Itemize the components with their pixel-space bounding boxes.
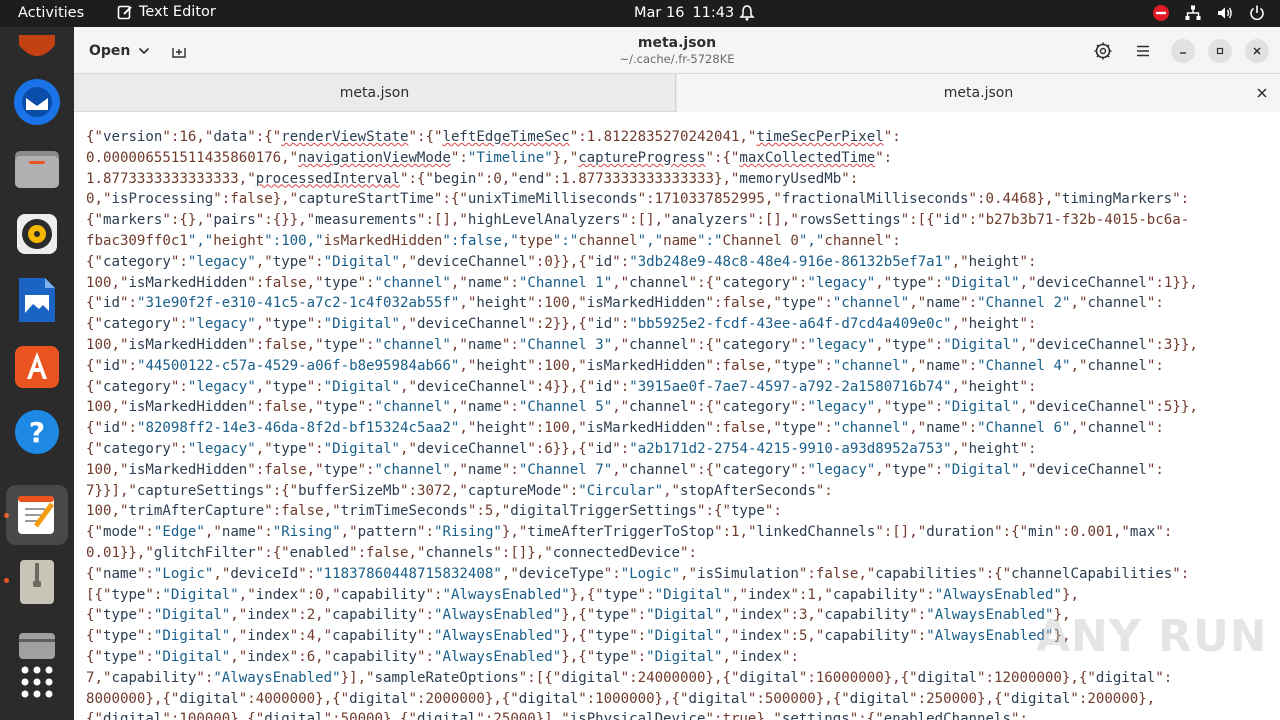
dock-text-editor[interactable]	[6, 485, 68, 545]
document-title: meta.json	[637, 35, 717, 51]
code-line: {"version":16,"data":{"renderViewState":…	[86, 129, 901, 145]
notification-bell-icon[interactable]	[738, 4, 756, 22]
dock-rhythmbox[interactable]	[12, 209, 62, 259]
window-title: meta.json ~/.cache/.fr-5728KE	[577, 35, 777, 66]
time-label: 11:43	[692, 5, 735, 21]
dock-writer[interactable]	[12, 275, 62, 325]
header-bar: Open meta.json ~/.cache/.fr-5728KE	[74, 27, 1280, 74]
tab-meta-json-2[interactable]: meta.json	[677, 74, 1280, 112]
code-line: 0.01}},"glitchFilter":{"enabled":false,"…	[86, 544, 698, 561]
code-line: 7}}],"captureSettings":{"bufferSizeMb":3…	[86, 482, 833, 499]
top-bar: Activities Text Editor Mar 16 11:43	[0, 0, 1280, 27]
code-line: {"id":"82098ff2-14e3-46da-8f2d-bf15324c5…	[86, 420, 1164, 437]
archive-icon	[20, 560, 54, 604]
watermark-logo: ANY RUN	[1036, 611, 1268, 662]
clock[interactable]: Mar 16 11:43	[634, 5, 734, 21]
activities-button[interactable]: Activities	[18, 5, 84, 21]
open-button[interactable]: Open	[80, 35, 159, 66]
text-editor-icon	[18, 496, 55, 534]
code-line: 100,"isMarkedHidden":false,"type":"chann…	[86, 399, 1198, 416]
close-icon	[1253, 47, 1261, 55]
dock-show-apps[interactable]	[12, 657, 62, 707]
close-window-button[interactable]	[1245, 39, 1269, 63]
code-line: 0,"isProcessing":false},"captureStartTim…	[86, 191, 1190, 208]
code-line: 8000000},{"digital":4000000},{"digital":…	[86, 690, 1156, 707]
app-name: Text Editor	[139, 4, 216, 20]
dock-software[interactable]	[12, 341, 62, 391]
code-line: {"mode":"Edge","name":"Rising","pattern"…	[86, 524, 1173, 541]
tab-bar: meta.json meta.json	[74, 74, 1280, 112]
code-line: {"category":"legacy","type":"Digital","d…	[86, 253, 1037, 270]
ubuntu-icon	[19, 35, 55, 56]
open-label: Open	[89, 42, 131, 59]
writer-icon	[19, 278, 55, 322]
new-tab-button[interactable]	[166, 38, 192, 64]
chevron-down-icon	[139, 47, 150, 54]
code-line: 7,"capability":"AlwaysEnabled"}],"sample…	[86, 669, 1173, 686]
minimize-button[interactable]	[1171, 39, 1195, 63]
thunderbird-icon	[14, 79, 60, 125]
dock-help[interactable]: ?	[12, 407, 62, 457]
dock-thunderbird[interactable]	[12, 77, 62, 127]
dock-ubuntu-app[interactable]	[12, 25, 62, 75]
close-tab-icon[interactable]	[1254, 85, 1270, 101]
code-line: 1.8773333333333333,"processedInterval":{…	[86, 170, 859, 187]
network-icon[interactable]	[1184, 4, 1202, 22]
svg-text:?: ?	[29, 416, 45, 449]
do-not-disturb-icon[interactable]	[1152, 4, 1170, 22]
main-menu-button[interactable]	[1130, 38, 1156, 64]
date-label: Mar 16	[634, 5, 685, 21]
new-tab-icon	[172, 48, 186, 58]
running-indicator	[4, 578, 9, 583]
code-line: 0.000006551511435860176,"navigationViewM…	[86, 149, 893, 166]
system-tray[interactable]	[1152, 4, 1266, 22]
code-line: 100,"isMarkedHidden":false,"type":"chann…	[86, 461, 1164, 478]
dock-archive[interactable]	[12, 557, 62, 607]
restore-icon	[1216, 47, 1224, 55]
text-editor-icon	[117, 5, 132, 20]
dock-files[interactable]	[12, 143, 62, 193]
code-line: {"digital":100000},{"digital":50000},{"d…	[86, 711, 1028, 720]
dock: ?	[0, 27, 74, 720]
code-line: 100,"isMarkedHidden":false,"type":"chann…	[86, 336, 1198, 353]
code-line: {"markers":{},"pairs":{}},"measurements"…	[86, 212, 1190, 229]
apps-grid-icon	[21, 666, 53, 698]
code-line: {"category":"legacy","type":"Digital","d…	[86, 316, 1037, 333]
files-icon	[15, 151, 59, 188]
volume-icon[interactable]	[1216, 4, 1234, 22]
code-line: [{"type":"Digital","index":0,"capability…	[86, 586, 1079, 603]
app-menu[interactable]: Text Editor	[117, 4, 216, 20]
help-icon: ?	[15, 410, 59, 454]
code-line: {"id":"31e90f2f-e310-41c5-a7c2-1c4f032ab…	[86, 295, 1164, 312]
gear-icon	[1094, 42, 1112, 60]
maximize-button[interactable]	[1208, 39, 1232, 63]
code-line: {"id":"44500122-c57a-4529-a06f-b8e95984a…	[86, 357, 1164, 374]
code-line: {"name":"Logic","deviceId":"118378604487…	[86, 565, 1190, 582]
rhythmbox-icon	[17, 214, 57, 254]
tab-label: meta.json	[339, 85, 410, 101]
minimize-icon	[1180, 52, 1186, 54]
tab-meta-json-1[interactable]: meta.json	[74, 74, 676, 112]
code-line: {"category":"legacy","type":"Digital","d…	[86, 440, 1037, 457]
hamburger-menu-icon	[1137, 45, 1149, 57]
document-path: ~/.cache/.fr-5728KE	[619, 52, 735, 66]
code-line: 100,"trimAfterCapture":false,"trimTimeSe…	[86, 503, 782, 520]
tab-label: meta.json	[943, 85, 1014, 101]
power-icon[interactable]	[1248, 4, 1266, 22]
software-center-icon	[15, 346, 59, 388]
code-line: {"category":"legacy","type":"Digital","d…	[86, 378, 1037, 395]
code-line: fbac309ff0c1","height":100,"isMarkedHidd…	[86, 232, 901, 249]
code-line: 100,"isMarkedHidden":false,"type":"chann…	[86, 274, 1198, 291]
document-status-button[interactable]	[1090, 38, 1116, 64]
